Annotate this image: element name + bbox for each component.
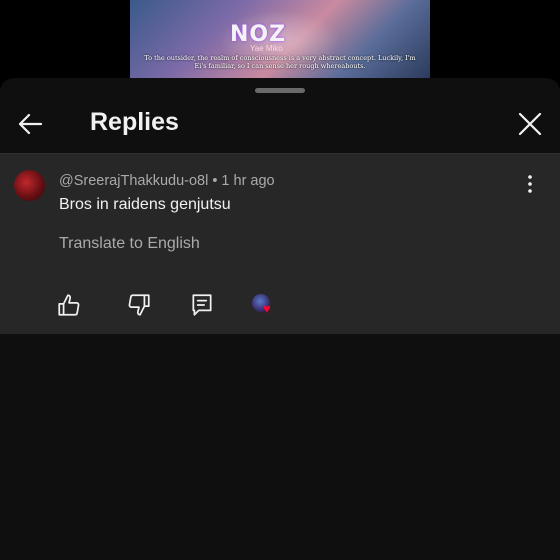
thumbs-down-icon (128, 294, 150, 316)
dislike-button[interactable] (126, 292, 152, 318)
reply-icon (192, 294, 212, 316)
creator-heart-badge: ♥ (252, 294, 278, 318)
more-vertical-icon (528, 175, 532, 193)
translate-link[interactable]: Translate to English (59, 235, 200, 253)
drag-handle[interactable] (255, 88, 305, 93)
video-character-name: Yae Miko (250, 44, 283, 53)
page-title: Replies (90, 108, 179, 136)
comment-author[interactable]: @SreerajThakkudu-o8l (59, 173, 208, 189)
comment-meta: @SreerajThakkudu-o8l • 1 hr ago (59, 173, 275, 189)
back-button[interactable] (12, 106, 48, 142)
reply-button[interactable] (189, 292, 215, 318)
meta-separator: • (212, 173, 218, 189)
comment-time: 1 hr ago (221, 173, 275, 189)
close-icon (518, 112, 542, 136)
arrow-left-icon (18, 113, 43, 135)
video-player-strip[interactable]: NOZ Yae Miko To the outsider, the realm … (0, 0, 560, 80)
replies-panel: Replies @SreerajThakkudu-o8l • 1 hr ago Br… (0, 78, 560, 560)
close-button[interactable] (512, 106, 548, 142)
thumbs-up-icon (58, 294, 80, 316)
video-subtitle: To the outsider, the realm of consciousn… (144, 54, 416, 70)
more-options-button[interactable] (518, 172, 542, 196)
like-button[interactable] (56, 292, 82, 318)
creator-heart-icon: ♥ (263, 301, 271, 316)
panel-header: Replies (0, 94, 560, 152)
avatar[interactable] (14, 170, 45, 201)
comment-card: @SreerajThakkudu-o8l • 1 hr ago Bros in ra… (0, 154, 560, 334)
video-thumbnail[interactable]: NOZ Yae Miko To the outsider, the realm … (130, 0, 430, 80)
comment-text: Bros in raidens genjutsu (59, 196, 231, 213)
